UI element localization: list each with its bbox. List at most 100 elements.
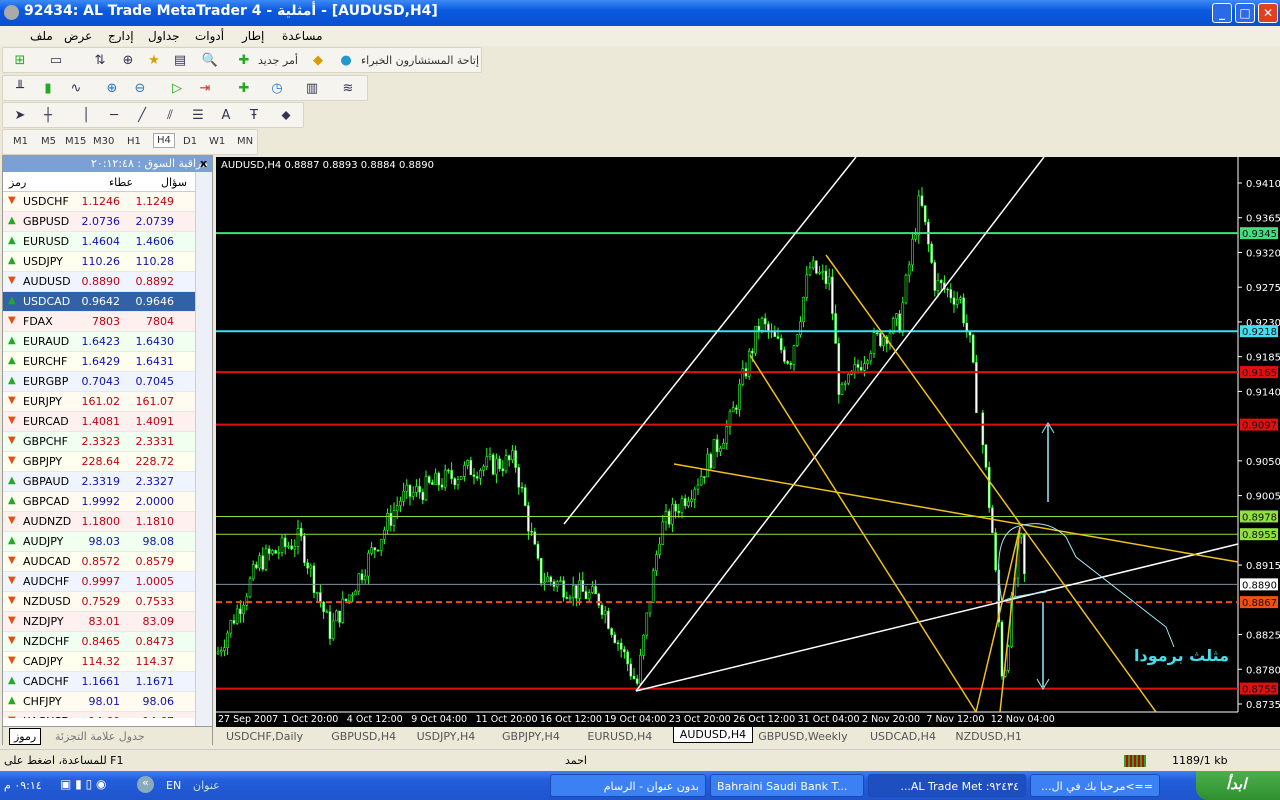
menu-window[interactable]: إطار — [242, 29, 264, 43]
crosshair-tool-icon[interactable]: ┼ — [39, 107, 57, 124]
market-watch-row[interactable]: ▼ NZDJPY 83.01 83.09 — [3, 612, 195, 632]
clock[interactable]: ٠٩:١٤ م — [4, 779, 42, 792]
task-bank[interactable]: Bahraini Saudi Bank T... — [710, 774, 864, 797]
menu-help[interactable]: مساعدة — [282, 29, 323, 43]
chart-tab[interactable]: USDCAD,H4 — [870, 730, 936, 743]
market-watch-row[interactable]: ▲ EURGBP 0.7043 0.7045 — [3, 372, 195, 392]
line-chart-icon[interactable]: ∿ — [67, 80, 85, 97]
timeframe-w1[interactable]: W1 — [209, 136, 225, 147]
market-watch-row[interactable]: ▲ EURUSD 1.4604 1.4606 — [3, 232, 195, 252]
tab-symbols[interactable]: رموز — [9, 728, 42, 745]
chart-tab[interactable]: USDJPY,H4 — [417, 730, 476, 743]
periods-icon[interactable]: ◷ — [268, 80, 286, 97]
close-panel-button[interactable]: x — [200, 157, 207, 170]
minimize-button[interactable]: _ — [1212, 3, 1232, 23]
chart-window[interactable]: 0.9410 0.9365 0.9320 0.9275 0.9230 0.9185 0.91… — [216, 156, 1280, 727]
expert-advisors-icon[interactable]: ● — [337, 52, 355, 69]
tray-icons[interactable]: ▣ ▮ ▯ ◉ — [60, 777, 130, 793]
market-watch-row[interactable]: ▼ AUDCHF 0.9997 1.0005 — [3, 572, 195, 592]
menu-tools[interactable]: أدوات — [195, 29, 224, 43]
market-watch-row[interactable]: ▼ XAGUSD 14.60 14.67 — [3, 712, 195, 718]
market-watch-row[interactable]: ▼ GBPJPY 228.64 228.72 — [3, 452, 195, 472]
timeframe-m15[interactable]: M15 — [65, 136, 86, 147]
crosshair-icon[interactable]: ⊕ — [119, 52, 137, 69]
market-watch-row[interactable]: ▼ AUDCAD 0.8572 0.8579 — [3, 552, 195, 572]
chart-tab[interactable]: AUDUSD,H4 — [672, 727, 754, 743]
text-icon[interactable]: A — [217, 107, 235, 124]
candlestick-icon[interactable]: ▮ — [39, 80, 57, 97]
tab-tick-chart[interactable]: جدول علامة التجزئة — [55, 730, 145, 743]
market-watch-row[interactable]: ▼ EURJPY 161.02 161.07 — [3, 392, 195, 412]
chart-tab[interactable]: USDCHF,Daily — [226, 730, 303, 743]
objects-icon[interactable]: ≋ — [339, 80, 357, 97]
chart-shift-icon[interactable]: ⇥ — [196, 80, 214, 97]
market-watch-row[interactable]: ▼ GBPCHF 2.3323 2.3331 — [3, 432, 195, 452]
market-watch-row[interactable]: ▲ EURAUD 1.6423 1.6430 — [3, 332, 195, 352]
fibonacci-icon[interactable]: ☰ — [189, 107, 207, 124]
bar-chart-icon[interactable]: ╨ — [11, 80, 29, 97]
market-watch-icon[interactable]: ⇅ — [91, 52, 109, 69]
start-button[interactable]: ابدأ — [1196, 771, 1280, 800]
col-ask[interactable]: سؤال — [161, 176, 187, 189]
new-order-button[interactable]: أمر جديد — [258, 54, 298, 67]
zoom-out-icon[interactable]: ⊖ — [131, 80, 149, 97]
chart-tab[interactable]: GBPUSD,H4 — [331, 730, 396, 743]
menu-view[interactable]: عرض — [64, 29, 92, 43]
market-watch-row[interactable]: ▲ CADCHF 1.1661 1.1671 — [3, 672, 195, 692]
timeframe-d1[interactable]: D1 — [183, 136, 197, 147]
market-watch-row[interactable]: ▼ NZDCHF 0.8465 0.8473 — [3, 632, 195, 652]
col-bid[interactable]: عطاء — [109, 176, 133, 189]
price-chart[interactable]: 0.94100.93650.93200.92750.92300.91850.91… — [216, 156, 1280, 727]
horizontal-line-icon[interactable]: ─ — [105, 107, 123, 124]
menu-file[interactable]: ملف — [30, 29, 53, 43]
market-watch-row[interactable]: ▼ CADJPY 114.32 114.37 — [3, 652, 195, 672]
new-order-icon[interactable]: ✚ — [235, 52, 253, 69]
language-indicator[interactable]: EN — [166, 779, 181, 792]
tray-expand-icon[interactable]: « — [137, 776, 154, 793]
cursor-icon[interactable]: ➤ — [11, 107, 29, 124]
market-watch-row[interactable]: ▲ GBPCAD 1.9992 2.0000 — [3, 492, 195, 512]
menu-insert[interactable]: إدارج — [108, 29, 134, 43]
market-watch-row[interactable]: ▲ GBPAUD 2.3319 2.3327 — [3, 472, 195, 492]
timeframe-m30[interactable]: M30 — [93, 136, 114, 147]
market-watch-row[interactable]: ▼ USDCHF 1.1246 1.1249 — [3, 192, 195, 212]
warning-icon[interactable]: ◆ — [309, 52, 327, 69]
indicators-icon[interactable]: ✚ — [235, 80, 253, 97]
market-watch-row[interactable]: ▼ EURCAD 1.4081 1.4091 — [3, 412, 195, 432]
trendline-icon[interactable]: ╱ — [133, 107, 151, 124]
market-watch-row[interactable]: ▲ USDJPY 110.26 110.28 — [3, 252, 195, 272]
vertical-line-icon[interactable]: │ — [77, 107, 95, 124]
market-watch-row[interactable]: ▲ USDCAD 0.9642 0.9646 — [3, 292, 195, 312]
terminal-icon[interactable]: ▤ — [171, 52, 189, 69]
market-watch-row[interactable]: ▼ AUDUSD 0.8890 0.8892 — [3, 272, 195, 292]
task-metatrader[interactable]: ٩٢٤٣٤: AL Trade Met... — [868, 774, 1026, 797]
maximize-button[interactable]: □ — [1235, 3, 1255, 23]
new-chart-icon[interactable]: ⊞ — [11, 52, 29, 69]
zoom-in-icon[interactable]: ⊕ — [103, 80, 121, 97]
timeframe-mn[interactable]: MN — [237, 136, 253, 147]
market-watch-row[interactable]: ▼ FDAX 7803 7804 — [3, 312, 195, 332]
timeframe-m1[interactable]: M1 — [13, 136, 28, 147]
chart-tab[interactable]: EURUSD,H4 — [587, 730, 652, 743]
task-paint[interactable]: بدون عنوان - الرسام — [550, 774, 706, 797]
favorites-icon[interactable]: ★ — [145, 52, 163, 69]
arrows-icon[interactable]: ⬥ — [277, 107, 295, 124]
equidistant-channel-icon[interactable]: ⫽ — [161, 107, 179, 124]
task-browser[interactable]: ==>مرحبا بك في ال... — [1030, 774, 1160, 797]
market-watch-row[interactable]: ▼ NZDUSD 0.7529 0.7533 — [3, 592, 195, 612]
chart-tab[interactable]: GBPJPY,H4 — [502, 730, 560, 743]
timeframe-h4[interactable]: H4 — [153, 133, 175, 148]
chart-tab[interactable]: NZDUSD,H1 — [955, 730, 1022, 743]
templates-icon[interactable]: ▥ — [303, 80, 321, 97]
close-button[interactable]: ✕ — [1258, 3, 1278, 23]
market-watch-row[interactable]: ▲ EURCHF 1.6429 1.6431 — [3, 352, 195, 372]
col-symbol[interactable]: رمز — [9, 176, 26, 189]
market-watch-row[interactable]: ▲ CHFJPY 98.01 98.06 — [3, 692, 195, 712]
tester-icon[interactable]: 🔍 — [201, 52, 219, 69]
chart-tab[interactable]: GBPUSD,Weekly — [758, 730, 847, 743]
timeframe-h1[interactable]: H1 — [127, 136, 141, 147]
market-watch-row[interactable]: ▲ GBPUSD 2.0736 2.0739 — [3, 212, 195, 232]
menu-charts[interactable]: جداول — [148, 29, 180, 43]
market-watch-row[interactable]: ▼ AUDNZD 1.1800 1.1810 — [3, 512, 195, 532]
autoscroll-icon[interactable]: ▷ — [168, 80, 186, 97]
